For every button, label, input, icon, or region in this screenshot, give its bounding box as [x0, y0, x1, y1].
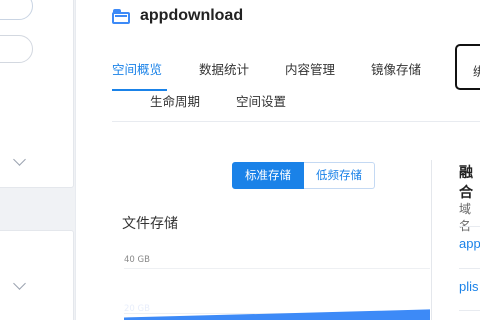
column-separator	[431, 160, 432, 320]
bucket-tabs: 空间概览 数据统计 内容管理 镜像存储 生命周期 空间设置	[112, 56, 480, 112]
filter-pill-2[interactable]	[0, 35, 33, 63]
left-sidebar	[0, 0, 75, 320]
bucket-name: appdownload	[140, 7, 244, 24]
tab-lifecycle[interactable]: 生命周期	[150, 91, 200, 110]
file-storage-title: 文件存储	[122, 216, 178, 232]
chevron-down-icon[interactable]	[13, 277, 26, 290]
y-tick-label: 20 GB	[124, 304, 150, 314]
tab-statistics[interactable]: 数据统计	[199, 59, 249, 78]
infrequent-storage-option[interactable]: 低频存储	[304, 162, 375, 189]
divider	[459, 268, 480, 269]
storage-type-toggle: 标准存储 低频存储	[232, 162, 375, 189]
active-tab-indicator	[112, 89, 167, 91]
tab-bucket-settings[interactable]: 空间设置	[236, 91, 286, 110]
chevron-down-icon[interactable]	[13, 153, 26, 166]
bucket-overview-panel: appdownload 空间概览 数据统计 内容管理 镜像存储 生命周期 空间设…	[75, 0, 480, 320]
tabs-divider	[112, 121, 480, 122]
divider	[459, 226, 480, 227]
divider	[459, 310, 480, 311]
standard-storage-option[interactable]: 标准存储	[232, 162, 304, 189]
tab-binding-label: 绑	[473, 64, 480, 79]
domain-link-2[interactable]: plis	[459, 279, 479, 294]
domain-label: 域名	[459, 202, 472, 233]
tab-mirror-storage[interactable]: 镜像存储	[371, 59, 421, 78]
bucket-header: appdownload	[112, 4, 243, 28]
filter-card-2	[0, 230, 74, 320]
domain-link-1[interactable]: app	[459, 236, 480, 251]
tab-content-management[interactable]: 内容管理	[285, 59, 335, 78]
filter-pill-1[interactable]	[0, 0, 33, 20]
storage-area-series	[124, 309, 430, 320]
file-storage-chart	[124, 309, 430, 320]
tab-binding[interactable]: 绑	[455, 44, 480, 90]
bucket-folder-icon	[112, 8, 130, 24]
filter-card	[0, 0, 74, 188]
tab-overview[interactable]: 空间概览	[112, 59, 162, 78]
domain-panel-title: 融合	[459, 165, 473, 201]
